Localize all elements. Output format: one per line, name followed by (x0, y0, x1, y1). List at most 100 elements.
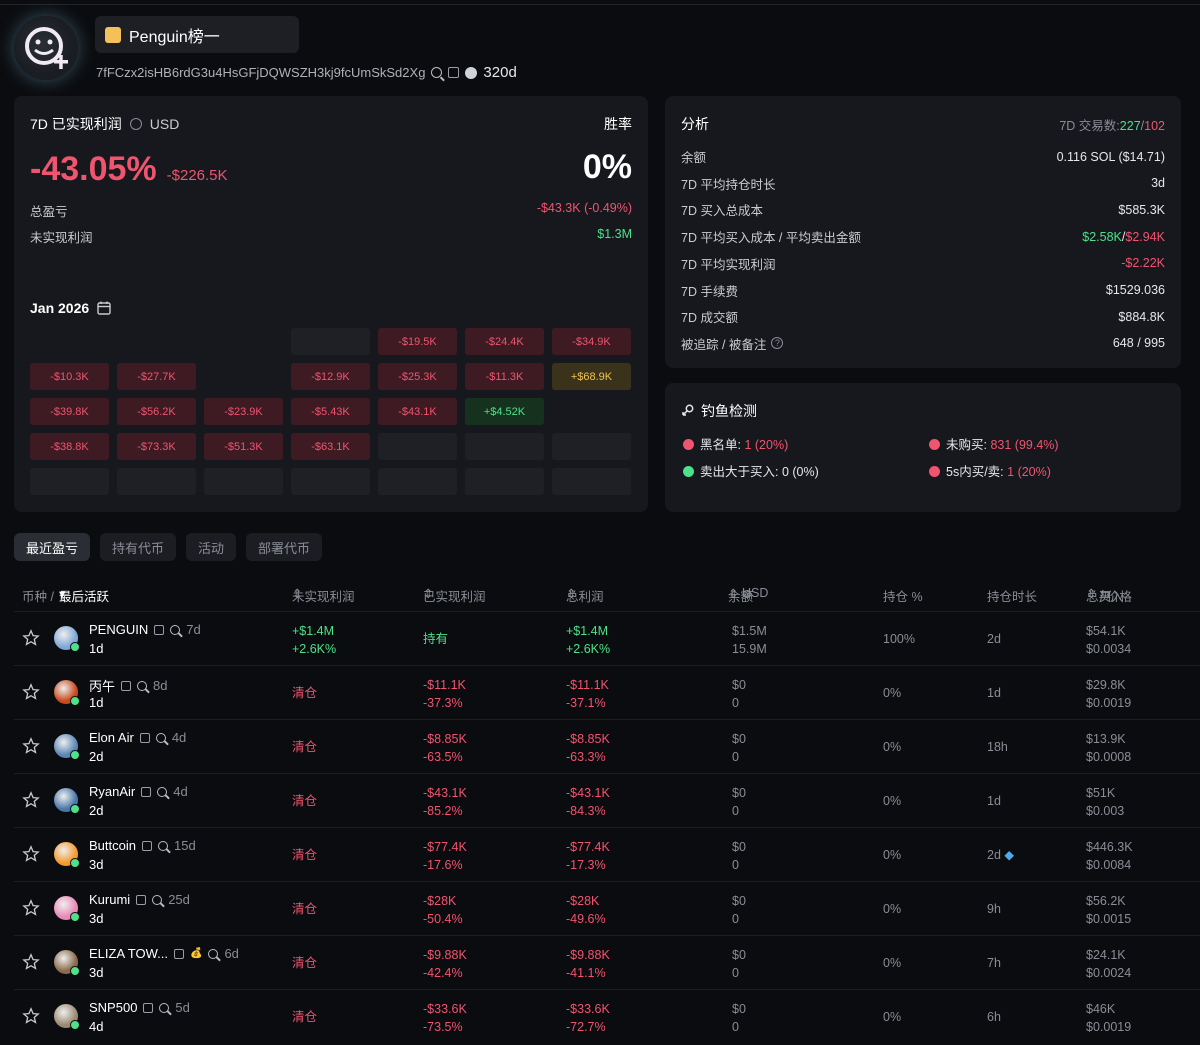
copy-icon[interactable] (154, 624, 165, 635)
smile-face-icon (25, 27, 68, 69)
pnl-panel: 7D 已实现利润 USD 胜率 -43.05% -$226.5K 0% 总盈亏 … (14, 96, 648, 512)
token-name[interactable]: PENGUIN (89, 622, 148, 637)
balance-amount: 0 (732, 750, 739, 764)
search-icon[interactable] (155, 732, 166, 743)
table-row[interactable]: Buttcoin 15d 3d 清仓 -$77.4K -17.6% -$77.4K -17.3… (14, 827, 1200, 881)
token-name[interactable]: Kurumi (89, 892, 130, 907)
buy-cell: $446.3K $0.0084 (1086, 838, 1133, 874)
calendar-day-cell: -$39.8K (30, 398, 109, 425)
star-icon[interactable] (22, 845, 40, 863)
search-icon[interactable] (208, 948, 219, 959)
last-active: 3d (89, 857, 104, 872)
red-dot-icon (683, 439, 694, 450)
total-buy: $54.1K (1086, 624, 1126, 638)
table-row[interactable]: SNP500 5d 4d 清仓 -$33.6K -73.5% -$33.6K -72.7% $0… (14, 989, 1200, 1043)
token-age: 4d (171, 730, 187, 745)
copy-icon[interactable] (141, 786, 152, 797)
calendar-day-cell: -$63.1K (291, 433, 370, 460)
calendar-day-cell: -$56.2K (117, 398, 196, 425)
star-icon[interactable] (22, 629, 40, 647)
phishing-title: 钓鱼检测 (701, 403, 757, 419)
total-pct: -63.3% (566, 750, 606, 764)
col-realized[interactable]: 已实现利润 ⇕ (423, 586, 486, 604)
avg-price: $0.0024 (1086, 966, 1132, 980)
token-age: 15d (173, 838, 196, 853)
tab-recent-pnl[interactable]: 最近盈亏 (14, 533, 91, 561)
analysis-row-value: $2.58K/$2.94K (1082, 230, 1165, 244)
table-row[interactable]: ELIZA TOW... 💰 6d 3d 清仓 -$9.88K -42.4% -$9.88K -… (14, 935, 1200, 989)
analysis-row: 7D 手续费 $1529.036 (681, 281, 1165, 300)
star-icon[interactable] (22, 791, 40, 809)
blacklist-label: 黑名单: (700, 438, 741, 452)
copy-icon[interactable] (121, 680, 132, 691)
col-total[interactable]: 总利润 ⇕ (566, 586, 604, 604)
token-name[interactable]: 丙午 (89, 676, 115, 695)
calendar-day-cell (552, 398, 631, 425)
avg-price: $0.0034 (1086, 642, 1132, 656)
analysis-row-label: 7D 手续费 (681, 284, 738, 299)
table-row[interactable]: 丙午 8d 1d 清仓 -$11.1K -37.3% -$11.1K -37.1% $0 0 0% 1… (14, 665, 1200, 719)
total-buy: $56.2K (1086, 894, 1126, 908)
calendar-day-cell (465, 468, 544, 495)
star-icon[interactable] (22, 899, 40, 917)
token-age: 7d (186, 622, 201, 637)
analysis-row-label: 被追踪 / 被备注? (681, 334, 784, 353)
token-icon (54, 896, 80, 922)
star-icon[interactable] (22, 737, 40, 755)
pnl-title: 7D 已实现利润 (30, 116, 122, 132)
copy-icon[interactable] (174, 948, 184, 959)
tab-holdings[interactable]: 持有代币 (100, 533, 177, 561)
star-icon[interactable] (22, 953, 40, 971)
balance-amount: 0 (732, 804, 739, 818)
balance-usd: $0 (732, 786, 746, 800)
table-row[interactable]: PENGUIN 7d 1d +$1.4M +2.6K% 持有 +$1.4M +2.6K% $1.… (14, 611, 1200, 665)
unrealized-amount: 清仓 (292, 902, 318, 916)
fishhook-icon (682, 404, 694, 416)
token-name[interactable]: Buttcoin (89, 838, 136, 853)
search-icon[interactable] (170, 624, 181, 635)
col-total-buy[interactable]: 总买入 ⇕ / 价格 ⇆ (1086, 586, 1132, 604)
search-icon[interactable] (157, 840, 168, 851)
search-icon[interactable] (431, 67, 443, 78)
total-pct: -84.3% (566, 804, 606, 818)
token-name-row: Kurumi 25d (89, 892, 190, 907)
token-name-row: Buttcoin 15d (89, 838, 196, 853)
col-last-active[interactable]: 最后活跃 ▾ (59, 586, 109, 604)
star-icon[interactable] (22, 683, 40, 701)
realized-pct: -63.5% (423, 750, 463, 764)
token-name[interactable]: ELIZA TOW... (89, 946, 168, 961)
analysis-row-label: 7D 买入总成本 (681, 204, 763, 219)
calendar-icon[interactable] (97, 301, 111, 315)
col-unrealized[interactable]: 未实现利润 ⇕ (292, 586, 355, 604)
fast-trade-value: 1 (20%) (1007, 465, 1051, 479)
table-row[interactable]: Elon Air 4d 2d 清仓 -$8.85K -63.5% -$8.85K -63.3%… (14, 719, 1200, 773)
search-icon[interactable] (152, 894, 163, 905)
token-name[interactable]: SNP500 (89, 1000, 137, 1015)
currency-switch-icon[interactable] (129, 118, 142, 130)
token-name[interactable]: Elon Air (89, 730, 134, 745)
token-name[interactable]: RyanAir (89, 784, 135, 799)
search-icon[interactable] (137, 680, 148, 691)
pnl-percent: -43.05% (30, 150, 157, 188)
help-icon[interactable]: ? (771, 337, 784, 350)
total-cell: -$9.88K -41.1% (566, 946, 610, 982)
star-icon[interactable] (22, 1007, 40, 1025)
search-icon[interactable] (157, 786, 168, 797)
wallet-name-box[interactable]: Penguin榜一 (95, 16, 299, 53)
copy-icon[interactable] (139, 732, 150, 743)
last-active: 4d (89, 1019, 104, 1034)
calendar-day-cell: -$27.7K (117, 363, 196, 390)
total-amount: -$43.1K (566, 786, 610, 800)
table-row[interactable]: Kurumi 25d 3d 清仓 -$28K -50.4% -$28K -49.6% $0 0 0%… (14, 881, 1200, 935)
token-icon (54, 788, 80, 814)
col-balance[interactable]: 余额 ⇕ USD ⊜ (728, 586, 768, 604)
total-cell: -$77.4K -17.3% (566, 838, 610, 874)
copy-icon[interactable] (136, 894, 147, 905)
copy-icon[interactable] (448, 67, 460, 78)
copy-icon[interactable] (143, 1002, 154, 1013)
table-row[interactable]: RyanAir 4d 2d 清仓 -$43.1K -85.2% -$43.1K -84.3% $… (14, 773, 1200, 827)
tab-deployed[interactable]: 部署代币 (246, 533, 323, 561)
copy-icon[interactable] (141, 840, 152, 851)
search-icon[interactable] (159, 1002, 170, 1013)
tab-activity[interactable]: 活动 (186, 533, 237, 561)
